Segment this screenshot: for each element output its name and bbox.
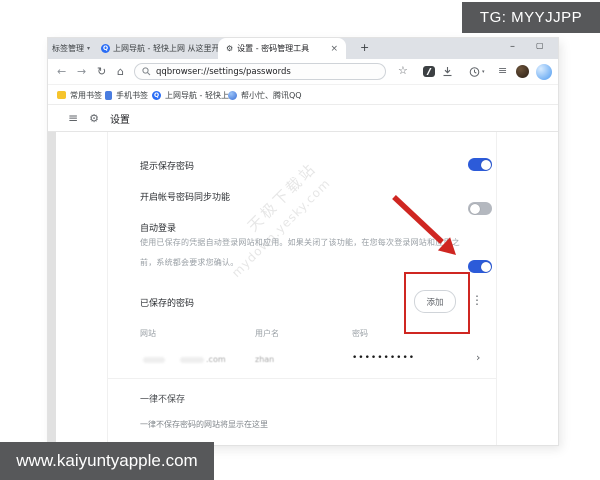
home-button[interactable]: ⌂ <box>117 59 124 85</box>
browser-profile-icon[interactable] <box>536 64 552 80</box>
bookmark-label: 常用书签 <box>70 90 102 100</box>
reload-button[interactable]: ↻ <box>97 59 106 85</box>
row-label-sync: 开启帐号密码同步功能 <box>140 193 231 203</box>
bookmark-label: 帮小忙、腾讯QQ <box>241 90 302 100</box>
tab-label: 标签管理 <box>52 44 84 53</box>
browser-toolbar: ← → ↻ ⌂ qqbrowser://settings/passwords ☆ <box>48 59 558 85</box>
main-menu-icon[interactable]: ≡ <box>498 64 507 77</box>
qq-penguin-icon <box>228 90 237 100</box>
back-button[interactable]: ← <box>57 59 66 85</box>
never-save-hint: 一律不保存密码的网站将显示在这里 <box>140 420 268 429</box>
bookmark-item-nav[interactable]: Q 上网导航 - 轻快上 <box>152 85 229 105</box>
caret-down-icon: ▾ <box>87 45 91 52</box>
qq-nav-icon: Q <box>152 90 161 100</box>
history-caret-icon[interactable]: ▾ <box>482 69 485 75</box>
red-highlight-box <box>404 272 470 334</box>
download-icon[interactable] <box>442 66 453 78</box>
password-cell: •••••••••• <box>352 353 416 363</box>
toggle-sync[interactable] <box>468 202 492 215</box>
bookmark-item-common[interactable]: 常用书签 <box>57 85 102 105</box>
forward-button[interactable]: → <box>77 59 86 85</box>
maximize-button[interactable]: ▢ <box>536 41 544 50</box>
bookmark-item-mobile[interactable]: 手机书签 <box>105 85 148 105</box>
hamburger-menu-icon[interactable]: ≡ <box>68 111 78 125</box>
username-cell: zhan <box>255 355 275 364</box>
row-label-auto-login: 自动登录 <box>140 224 177 234</box>
qq-shortcut-icon[interactable] <box>423 66 435 77</box>
never-save-title: 一律不保存 <box>140 395 186 405</box>
screenshot-root: 标签管理 ▾ Q 上网导航 - 轻快上网 从这里开始 ⚙ 设置 - 密码管理工具… <box>0 0 600 480</box>
tab-label-manager[interactable]: 标签管理 ▾ <box>52 38 90 59</box>
website-blur <box>180 357 204 363</box>
tab-label: 设置 - 密码管理工具 <box>237 44 310 53</box>
tab-bar: 标签管理 ▾ Q 上网导航 - 轻快上网 从这里开始 ⚙ 设置 - 密码管理工具… <box>48 38 558 59</box>
tg-watermark-badge: TG: MYYJJPP <box>462 2 600 33</box>
search-icon <box>142 67 151 76</box>
bookmark-star-icon[interactable]: ☆ <box>398 64 408 77</box>
website-blur <box>143 357 165 363</box>
address-bar[interactable]: qqbrowser://settings/passwords <box>134 63 386 80</box>
bookmark-item-qq-help[interactable]: 帮小忙、腾讯QQ <box>228 85 302 105</box>
tab-label: 上网导航 - 轻快上网 从这里开始 <box>113 44 228 53</box>
gear-icon: ⚙ <box>226 44 234 53</box>
gear-icon: ⚙ <box>89 111 99 125</box>
avatar[interactable] <box>516 65 529 78</box>
settings-page-header: ≡ ⚙ 设置 <box>48 105 558 132</box>
bookmark-label: 上网导航 - 轻快上 <box>165 90 229 100</box>
chevron-right-icon[interactable]: › <box>476 351 480 364</box>
tab-nav-home[interactable]: Q 上网导航 - 轻快上网 从这里开始 <box>101 38 228 59</box>
red-arrow-annotation <box>392 194 456 255</box>
new-tab-button[interactable]: + <box>360 41 369 54</box>
col-header-website: 网站 <box>140 329 156 338</box>
website-cell: .com <box>206 355 226 364</box>
toggle-save-prompt[interactable] <box>468 158 492 171</box>
row-label-save-prompt: 提示保存密码 <box>140 162 195 172</box>
toggle-auto-login[interactable] <box>468 260 492 273</box>
window-edge-strip <box>48 85 56 445</box>
auto-login-desc-line2: 前，系统都会要求您确认。 <box>140 258 239 267</box>
tab-settings-active[interactable]: ⚙ 设置 - 密码管理工具 × <box>218 38 346 59</box>
password-table-row[interactable]: .com zhan •••••••••• › <box>108 346 496 377</box>
row-divider <box>108 378 496 379</box>
bookmarks-bar: 常用书签 手机书签 Q 上网导航 - 轻快上 帮小忙、腾讯QQ <box>48 85 558 105</box>
minimize-button[interactable]: – <box>510 41 515 52</box>
tab-close-icon[interactable]: × <box>330 44 338 54</box>
qq-favicon-icon: Q <box>101 44 110 53</box>
site-watermark-badge: www.kaiyuntyapple.com <box>0 442 214 480</box>
site-label: www.kaiyuntyapple.com <box>16 451 198 470</box>
col-header-password: 密码 <box>352 329 368 338</box>
kebab-menu-icon[interactable]: ⋮ <box>471 293 483 307</box>
phone-icon <box>105 90 112 100</box>
folder-icon <box>57 91 66 99</box>
page-title: 设置 <box>109 114 130 126</box>
browser-window: 标签管理 ▾ Q 上网导航 - 轻快上网 从这里开始 ⚙ 设置 - 密码管理工具… <box>48 38 558 445</box>
history-icon[interactable] <box>469 66 481 78</box>
tg-label: TG: MYYJJPP <box>479 9 583 26</box>
url-text: qqbrowser://settings/passwords <box>156 66 291 77</box>
saved-passwords-title: 已保存的密码 <box>140 299 195 309</box>
bookmark-label: 手机书签 <box>116 90 148 100</box>
col-header-username: 用户名 <box>255 329 279 338</box>
